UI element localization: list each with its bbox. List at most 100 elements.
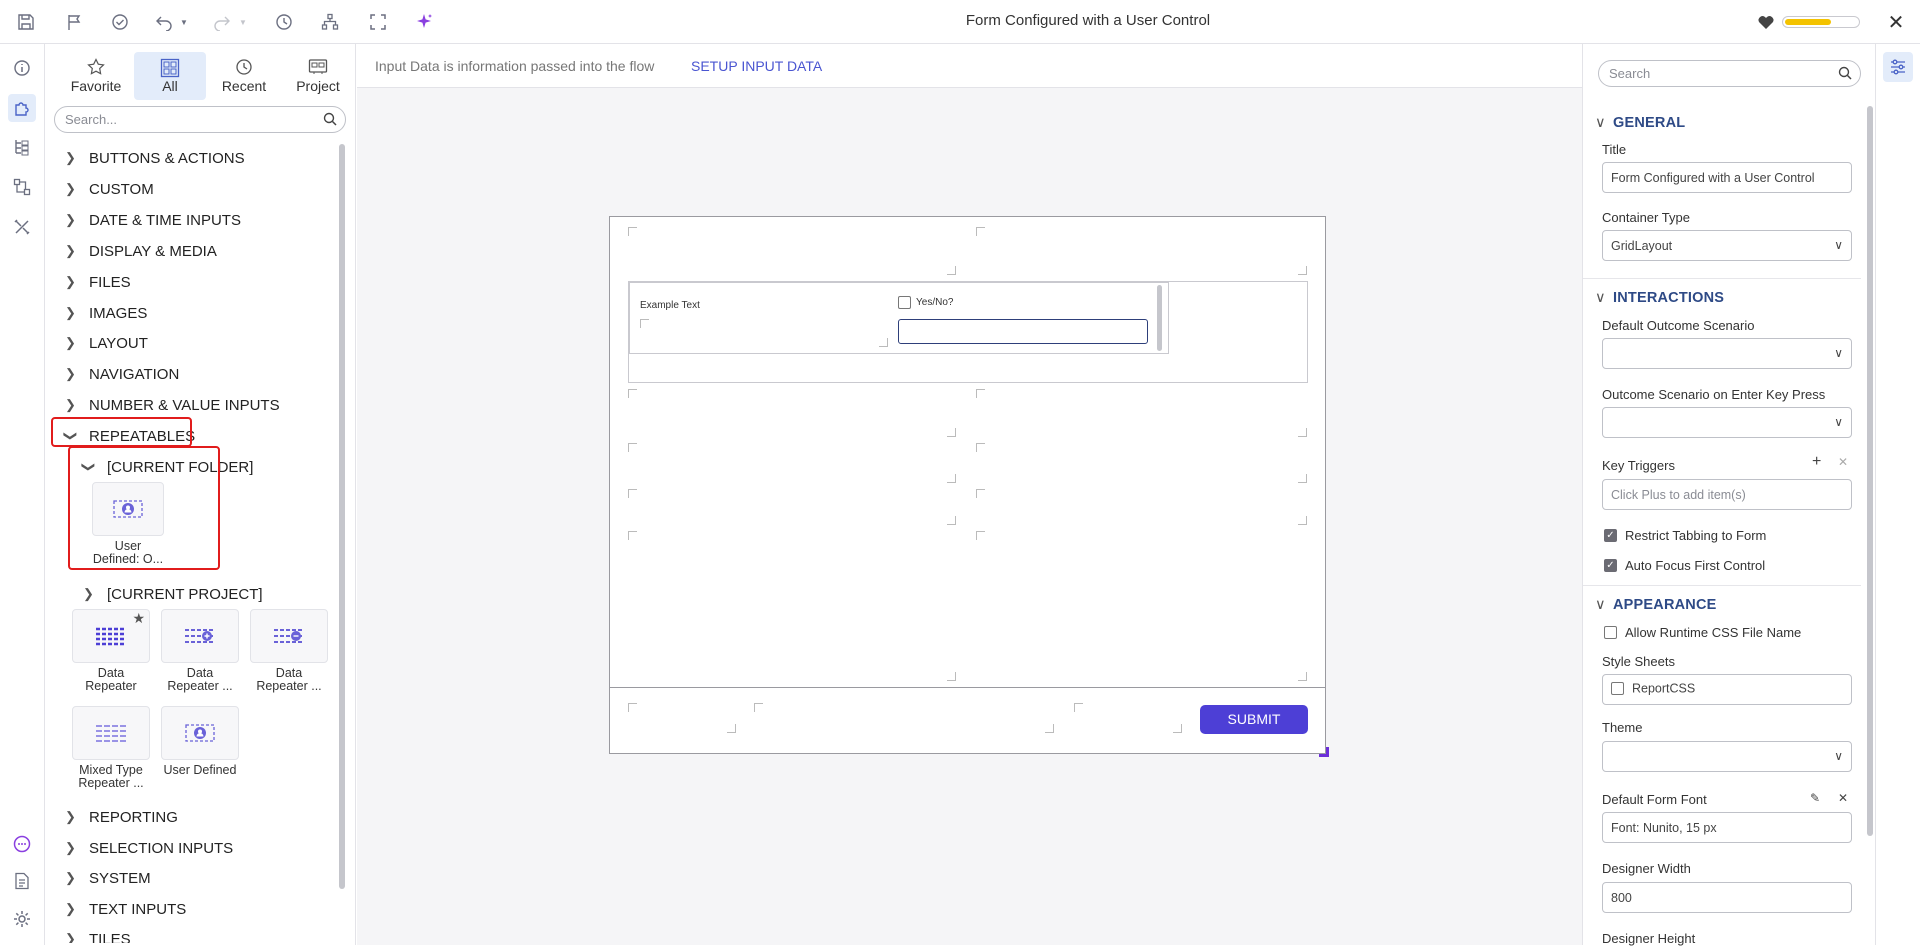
section-appearance[interactable]: ∨ APPEARANCE (1595, 597, 1717, 613)
highlight-current-folder (68, 446, 220, 570)
grid-cell[interactable] (628, 389, 956, 437)
checkbox-checked-icon[interactable]: ✓ (1604, 529, 1617, 542)
checkbox-unchecked-icon[interactable] (1611, 682, 1624, 696)
checkbox-box[interactable] (898, 296, 911, 309)
resize-handle[interactable] (1319, 747, 1329, 757)
restrict-tabbing-checkbox[interactable]: ✓ Restrict Tabbing to Form (1604, 528, 1766, 543)
properties-search-input[interactable]: Search (1598, 60, 1861, 87)
close-icon[interactable]: ✕ (1884, 10, 1908, 34)
allow-css-checkbox[interactable]: Allow Runtime CSS File Name (1604, 625, 1801, 640)
chat-icon[interactable] (10, 832, 34, 856)
user-control-row[interactable]: Example Text Yes/No? (628, 281, 1308, 383)
category-tiles[interactable]: ❯ TILES (45, 927, 335, 943)
folder-current-project[interactable]: ❯ [CURRENT PROJECT] (63, 582, 353, 608)
style-sheets-field[interactable]: ReportCSS (1602, 674, 1852, 705)
grid-cell[interactable] (628, 443, 956, 483)
designer-width-label: Designer Width (1602, 861, 1691, 876)
footer-cell[interactable] (1074, 703, 1182, 733)
tile-data-repeater-add[interactable]: Data Repeater ... (161, 609, 239, 693)
document-icon[interactable] (10, 869, 34, 893)
add-icon[interactable]: + (1812, 453, 1821, 471)
category-images[interactable]: ❯ IMAGES (45, 301, 335, 327)
category-date-time-inputs[interactable]: ❯ DATE & TIME INPUTS (45, 208, 335, 234)
category-label: TILES (89, 931, 131, 943)
grid-cell[interactable] (640, 319, 888, 347)
tile-mixed-type-repeater[interactable]: Mixed Type Repeater ... (72, 706, 150, 790)
section-general[interactable]: ∨ GENERAL (1595, 115, 1685, 131)
category-layout[interactable]: ❯ LAYOUT (45, 331, 335, 357)
grid-cell[interactable] (976, 227, 1307, 275)
category-display-media[interactable]: ❯ DISPLAY & MEDIA (45, 239, 335, 265)
submit-button[interactable]: SUBMIT (1200, 705, 1308, 734)
tab-project[interactable]: Project (282, 52, 354, 100)
grid-cell[interactable] (976, 443, 1307, 483)
form-surface[interactable]: Example Text Yes/No? SUBMIT (609, 216, 1329, 757)
chevron-down-icon: ∨ (1595, 597, 1606, 613)
grid-cell[interactable] (976, 531, 1307, 681)
auto-focus-checkbox[interactable]: ✓ Auto Focus First Control (1604, 558, 1765, 573)
favorite-star-icon[interactable]: ★ (132, 611, 145, 625)
title-field[interactable]: Form Configured with a User Control (1602, 162, 1852, 193)
footer-cell[interactable] (628, 703, 736, 733)
section-interactions[interactable]: ∨ INTERACTIONS (1595, 290, 1724, 306)
category-text-inputs[interactable]: ❯ TEXT INPUTS (45, 897, 335, 923)
checkbox-checked-icon[interactable]: ✓ (1604, 559, 1617, 572)
default-outcome-select[interactable]: ∨ (1602, 338, 1852, 369)
footer-cell[interactable] (754, 703, 1054, 733)
category-navigation[interactable]: ❯ NAVIGATION (45, 362, 335, 388)
grid-cell[interactable] (976, 389, 1307, 437)
chevron-down-icon: ∨ (1834, 749, 1843, 763)
tile-data-repeater-remove[interactable]: Data Repeater ... (250, 609, 328, 693)
grid-cell[interactable] (628, 531, 956, 681)
data-repeater-icon: ★ (72, 609, 150, 663)
tree-icon[interactable] (10, 135, 34, 159)
category-files[interactable]: ❯ FILES (45, 270, 335, 296)
tools-icon[interactable] (10, 215, 34, 239)
category-custom[interactable]: ❯ CUSTOM (45, 177, 335, 203)
settings-gear-icon[interactable] (10, 907, 34, 931)
tab-all[interactable]: All (134, 52, 206, 100)
default-font-field[interactable]: Font: Nunito, 15 px (1602, 812, 1852, 843)
category-number-value-inputs[interactable]: ❯ NUMBER & VALUE INPUTS (45, 393, 335, 419)
tab-favorite[interactable]: Favorite (60, 52, 132, 100)
category-reporting[interactable]: ❯ REPORTING (45, 805, 335, 831)
puzzle-icon[interactable] (8, 94, 36, 122)
category-selection-inputs[interactable]: ❯ SELECTION INPUTS (45, 836, 335, 862)
sliders-icon[interactable] (1883, 52, 1913, 82)
properties-scrollbar[interactable] (1867, 106, 1873, 836)
footer-divider (610, 687, 1325, 688)
category-system[interactable]: ❯ SYSTEM (45, 866, 335, 892)
toolbox-search-input[interactable]: Search... (54, 106, 346, 133)
theme-select[interactable]: ∨ (1602, 741, 1852, 772)
enter-key-outcome-select[interactable]: ∨ (1602, 407, 1852, 438)
key-triggers-field[interactable]: Click Plus to add item(s) (1602, 479, 1852, 510)
grid-cell[interactable] (628, 489, 956, 525)
user-control[interactable]: Example Text Yes/No? (629, 282, 1169, 354)
text-input[interactable] (898, 319, 1148, 344)
setup-input-data-link[interactable]: SETUP INPUT DATA (691, 58, 822, 74)
info-icon[interactable] (10, 56, 34, 80)
container-type-select[interactable]: GridLayout ∨ (1602, 230, 1852, 261)
category-label: LAYOUT (89, 335, 148, 352)
chevron-right-icon: ❯ (65, 274, 76, 289)
checkbox-unchecked-icon[interactable] (1604, 626, 1617, 639)
tab-recent[interactable]: Recent (208, 52, 280, 100)
tile-user-defined[interactable]: User Defined (161, 706, 239, 777)
toolbox-scrollbar[interactable] (339, 144, 345, 889)
tile-data-repeater[interactable]: ★ Data Repeater (72, 609, 150, 693)
category-label: NUMBER & VALUE INPUTS (89, 397, 280, 414)
chevron-right-icon: ❯ (65, 870, 76, 885)
chevron-right-icon: ❯ (65, 305, 76, 320)
chevron-right-icon: ❯ (65, 366, 76, 381)
design-canvas: Input Data is information passed into th… (357, 44, 1582, 945)
designer-width-field[interactable]: 800 (1602, 882, 1852, 913)
flow-icon[interactable] (10, 175, 34, 199)
health-bar (1782, 16, 1860, 28)
grid-cell[interactable] (628, 227, 956, 275)
category-buttons-actions[interactable]: ❯ BUTTONS & ACTIONS (45, 146, 335, 172)
user-control-scrollbar[interactable] (1157, 285, 1162, 351)
yes-no-checkbox[interactable]: Yes/No? (898, 296, 953, 309)
grid-cell[interactable] (976, 489, 1307, 525)
edit-pencil-icon[interactable]: ✎ (1810, 791, 1820, 805)
clear-icon[interactable]: ✕ (1838, 791, 1848, 805)
